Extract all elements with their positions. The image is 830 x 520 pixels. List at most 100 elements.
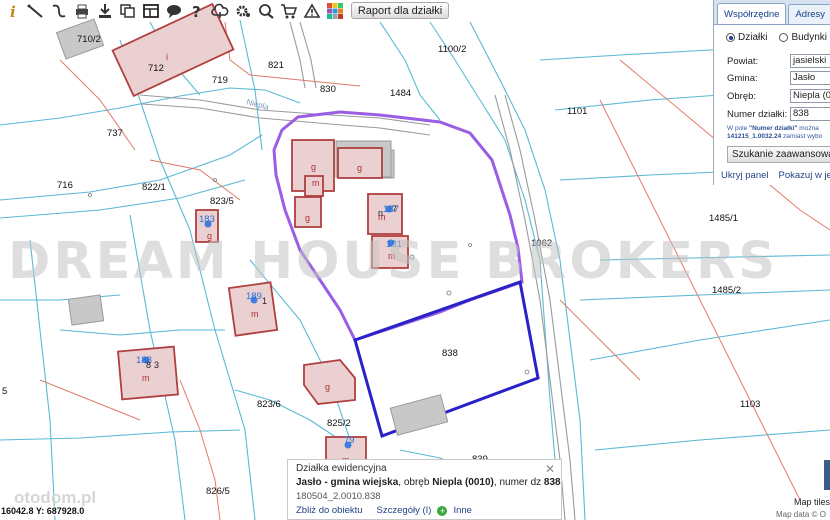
print-icon[interactable]: [71, 1, 93, 21]
radio-dot[interactable]: [779, 33, 789, 42]
search-panel: Współrzędne Adresy Działki Budynki Powia…: [713, 0, 830, 185]
address-number: 79: [344, 435, 355, 446]
address-suffix: 8: [146, 360, 151, 370]
close-icon[interactable]: ✕: [545, 462, 555, 476]
cloud-icon[interactable]: [209, 1, 231, 21]
radio-buildings[interactable]: Budynki: [779, 32, 827, 43]
parcel-number: 830: [320, 84, 336, 95]
parcel-number: 823/6: [257, 399, 281, 410]
popup-text: , obręb: [398, 477, 433, 488]
parcel-number: 1100/2: [438, 44, 466, 55]
popup-text: Jasło - gmina wiejska: [296, 477, 399, 488]
address-suffix: 3: [154, 360, 159, 370]
parcel-number: 1485/1: [709, 213, 738, 224]
parcel-id: 180504_2.0010.838: [296, 491, 381, 502]
address-suffix: n: [378, 208, 383, 218]
parcel-number: 826/5: [206, 486, 230, 497]
hint-text: zamiast wybo: [781, 133, 823, 140]
hint-text: "Numer działki": [749, 125, 798, 132]
field-label: Numer działki:: [727, 109, 788, 120]
info-icon[interactable]: i: [2, 1, 24, 21]
parcel-number: 712: [148, 63, 164, 74]
balloon-icon[interactable]: [163, 1, 185, 21]
tab-addresses[interactable]: Adresy: [788, 4, 830, 24]
copy-icon[interactable]: [117, 1, 139, 21]
popup-title: Działka ewidencyjna: [296, 463, 387, 474]
measure-line-icon[interactable]: [25, 1, 47, 21]
address-suffix: 1: [262, 296, 267, 306]
popup-text: 838: [543, 477, 561, 488]
hint-text: można: [797, 125, 819, 132]
radio-parcels[interactable]: Działki: [726, 32, 767, 43]
settings-icon[interactable]: [232, 1, 254, 21]
parcel-number: 716: [57, 180, 73, 191]
field-label: Gmina:: [727, 73, 758, 84]
advanced-search-button[interactable]: Szukanie zaawansowane: [727, 146, 830, 163]
map-control-edge[interactable]: [824, 460, 830, 490]
parcel-number: 710/2: [77, 34, 101, 45]
parcel-number: 5: [2, 386, 7, 397]
field-label: Obręb:: [727, 91, 757, 102]
layout-icon[interactable]: [140, 1, 162, 21]
popup-description: Jasło - gmina wiejska, obręb Niepla (001…: [296, 477, 561, 488]
svg-text:?: ?: [192, 3, 201, 19]
address-number: 183: [199, 214, 215, 225]
panel-links: Ukryj panel Pokazuj w jedny: [721, 170, 830, 181]
radio-label: Budynki: [791, 32, 828, 43]
parcel-number: 1101: [567, 106, 587, 117]
parcel-number: 1484: [390, 88, 411, 99]
county-field[interactable]: jasielski: [790, 54, 830, 68]
plus-icon[interactable]: +: [437, 505, 448, 516]
building-type: m: [142, 373, 150, 383]
field-label: Powiat:: [727, 56, 759, 67]
parcel-number: 822/1: [142, 182, 166, 193]
popup-text: Niepla (0010): [432, 477, 494, 488]
building-type: i: [166, 52, 168, 62]
commune-field[interactable]: Jasło: [790, 71, 830, 85]
parcel-info-popup: Działka ewidencyjna Jasło - gmina wiejsk…: [287, 459, 562, 520]
report-button[interactable]: Raport dla działki: [351, 2, 449, 19]
other-link[interactable]: Inne: [453, 505, 472, 516]
tab-coordinates[interactable]: Współrzędne: [717, 3, 787, 24]
building-type: g: [325, 382, 330, 392]
radio-dot-checked[interactable]: [726, 33, 735, 42]
layers-icon[interactable]: [324, 1, 346, 21]
parcel-number: 737: [107, 128, 123, 139]
building-type: g: [357, 163, 362, 173]
popup-text: , numer dz: [493, 477, 544, 488]
parcel-number: 825/2: [327, 418, 351, 429]
help-icon[interactable]: ?: [186, 1, 208, 21]
parcel-number: 1103: [740, 399, 760, 410]
hide-panel-link[interactable]: Ukryj panel: [721, 170, 769, 181]
hint-text: W pole: [727, 125, 750, 132]
panel-tabs: Współrzędne Adresy: [714, 0, 830, 25]
watermark: DREAM HOUSE BROKERS: [8, 232, 779, 291]
zoom-icon[interactable]: [255, 1, 277, 21]
building-type: m: [251, 309, 259, 319]
download-icon[interactable]: [94, 1, 116, 21]
logo: otodom.pl: [14, 488, 97, 507]
precinct-field[interactable]: Niepla (0: [790, 89, 830, 103]
warning-icon[interactable]: [301, 1, 323, 21]
attribution-data: Map data © O: [776, 510, 826, 519]
parcel-number: 838: [442, 348, 458, 359]
address-number: 189: [246, 291, 262, 302]
measure-area-icon[interactable]: [48, 1, 70, 21]
search-hint: W pole "Numer działki" można 141215_1.003…: [727, 125, 830, 141]
parcel-number: 821: [268, 60, 284, 71]
svg-text:i: i: [10, 3, 16, 19]
show-single-link[interactable]: Pokazuj w jedny: [779, 170, 830, 181]
parcel-number-field[interactable]: 838: [790, 107, 830, 121]
hint-text: 141215_1.0032.24: [727, 133, 782, 140]
address-suffix: 7: [392, 204, 397, 214]
cart-icon[interactable]: [278, 1, 300, 21]
details-link[interactable]: Szczegóły (I): [377, 505, 432, 516]
popup-links: Zbliż do obiektu Szczegóły (I) + Inne: [296, 505, 472, 516]
zoom-to-object-link[interactable]: Zbliż do obiektu: [296, 505, 363, 516]
building-type: g: [311, 162, 316, 172]
object-type-radio: Działki Budynki: [726, 32, 827, 43]
coordinate-readout: 16042.8 Y: 687928.0: [1, 506, 85, 516]
attribution-tiles: Map tiles: [794, 497, 830, 507]
parcel-number: 719: [212, 75, 228, 86]
parcel-838-highlight[interactable]: [353, 280, 540, 438]
